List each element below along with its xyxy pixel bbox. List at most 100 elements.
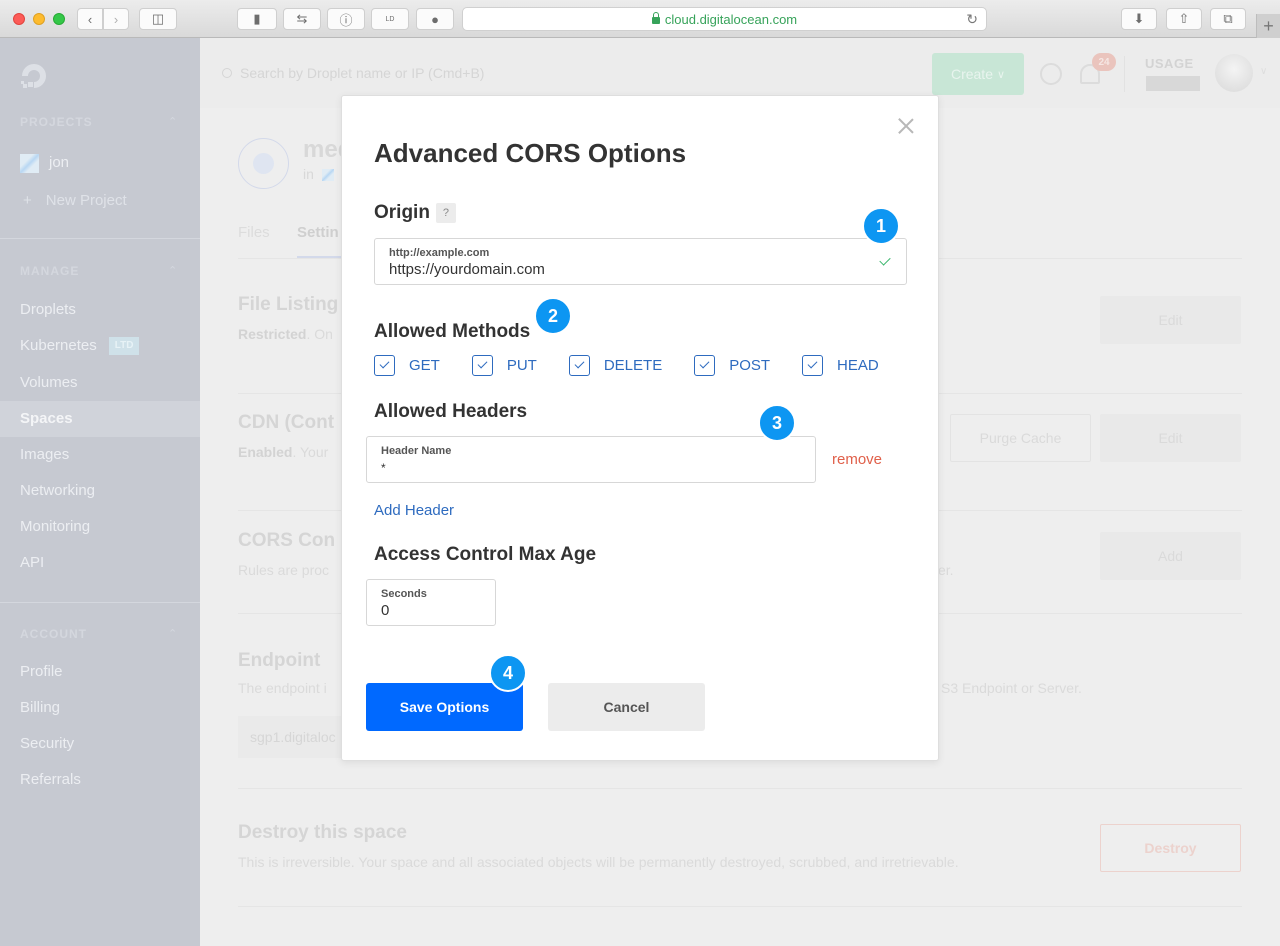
endpoint-desc-end: S3 Endpoint or Server.: [941, 680, 1082, 696]
separator: [1124, 56, 1125, 92]
new-project-link[interactable]: + New Project: [0, 183, 200, 219]
method-put-checkbox[interactable]: PUT: [471, 355, 537, 376]
tab-settings[interactable]: Settin: [297, 224, 339, 241]
kubernetes-label: Kubernetes: [20, 337, 97, 354]
method-label: HEAD: [837, 357, 879, 374]
usage-label[interactable]: USAGE: [1145, 56, 1194, 71]
active-tab-indicator: [297, 256, 347, 258]
remove-header-link[interactable]: remove: [832, 451, 882, 468]
header-name-input[interactable]: Header Name *: [366, 436, 816, 483]
sync-icon[interactable]: ⇆: [283, 8, 321, 30]
ltd-badge: LTD: [108, 337, 140, 356]
origin-heading-text: Origin: [374, 202, 430, 223]
step-marker-1: 1: [862, 207, 900, 245]
sidebar-icon[interactable]: ◫: [139, 8, 177, 30]
download-icon[interactable]: ⬇: [1121, 8, 1157, 30]
close-window-button[interactable]: [13, 13, 25, 25]
method-head-checkbox[interactable]: HEAD: [802, 355, 879, 376]
cors-desc: Rules are proc: [238, 562, 330, 578]
origin-heading: Origin?: [374, 202, 456, 224]
tabs-icon[interactable]: ⧉: [1210, 8, 1246, 30]
sidebar-item-volumes[interactable]: Volumes: [0, 365, 200, 401]
check-icon: [879, 254, 891, 266]
sidebar-item-monitoring[interactable]: Monitoring: [0, 509, 200, 545]
chevron-up-icon[interactable]: ⌃: [168, 627, 177, 640]
max-age-seconds-input[interactable]: Seconds 0: [366, 579, 496, 626]
sidebar-item-kubernetes[interactable]: Kubernetes LTD: [0, 328, 200, 364]
sidebar-item-security[interactable]: Security: [0, 726, 200, 762]
reload-icon[interactable]: ↻: [966, 11, 978, 28]
support-icon[interactable]: [1040, 63, 1062, 85]
allowed-headers-heading: Allowed Headers: [374, 401, 528, 422]
checkbox-checked-icon[interactable]: [471, 355, 493, 376]
url-text: cloud.digitalocean.com: [664, 11, 798, 27]
sidebar-item-billing[interactable]: Billing: [0, 690, 200, 726]
plus-icon: +: [23, 192, 32, 209]
js-icon[interactable]: ●: [416, 8, 454, 30]
sidebar-item-profile[interactable]: Profile: [0, 654, 200, 690]
project-item-jon[interactable]: jon: [0, 145, 200, 181]
method-label: DELETE: [603, 357, 663, 374]
methods-group: GET PUT DELETE POST HEAD: [374, 355, 911, 376]
section-divider: [238, 788, 1242, 789]
sidebar-item-referrals[interactable]: Referrals: [0, 762, 200, 798]
password-icon[interactable]: ⓘ: [327, 8, 365, 30]
tab-files[interactable]: Files: [238, 224, 270, 241]
method-get-checkbox[interactable]: GET: [374, 355, 440, 376]
sidebar-item-images[interactable]: Images: [0, 437, 200, 473]
sidebar-item-spaces[interactable]: Spaces: [0, 401, 200, 437]
add-header-link[interactable]: Add Header: [374, 502, 454, 519]
cancel-button[interactable]: Cancel: [548, 683, 705, 731]
create-button[interactable]: Create ∨: [932, 53, 1024, 95]
endpoint-title: Endpoint: [238, 650, 321, 671]
checkbox-checked-icon[interactable]: [694, 355, 716, 376]
checkbox-checked-icon[interactable]: [802, 355, 824, 376]
extension-icon[interactable]: ▮: [237, 8, 277, 30]
file-listing-edit-button[interactable]: Edit: [1100, 296, 1241, 344]
destroy-button[interactable]: Destroy: [1100, 824, 1241, 872]
purge-cache-button[interactable]: Purge Cache: [950, 414, 1091, 462]
chevron-up-icon[interactable]: ⌃: [168, 264, 177, 277]
checkbox-checked-icon[interactable]: [568, 355, 590, 376]
manage-section-title: MANAGE: [20, 264, 80, 278]
minimize-window-button[interactable]: [33, 13, 45, 25]
new-tab-icon[interactable]: +: [1256, 14, 1280, 38]
origin-value: https://yourdomain.com: [389, 261, 545, 278]
usage-bar: [1146, 76, 1200, 91]
forward-icon[interactable]: ›: [103, 8, 129, 30]
allowed-methods-heading: Allowed Methods: [374, 321, 531, 342]
search-input[interactable]: Search by Droplet name or IP (Cmd+B): [222, 65, 484, 81]
origin-field-label: http://example.com: [389, 247, 490, 259]
step-marker-2: 2: [534, 297, 572, 335]
chevron-down-icon[interactable]: ∨: [1260, 66, 1267, 77]
destroy-title: Destroy this space: [238, 822, 407, 843]
method-delete-checkbox[interactable]: DELETE: [568, 355, 663, 376]
chevron-down-icon: ∨: [996, 68, 1006, 81]
back-icon[interactable]: ‹: [77, 8, 103, 30]
cors-add-button[interactable]: Add: [1100, 532, 1241, 580]
avatar[interactable]: [1215, 54, 1253, 92]
ld-icon[interactable]: LD: [371, 8, 409, 30]
sidebar-item-droplets[interactable]: Droplets: [0, 292, 200, 328]
close-icon[interactable]: [898, 118, 914, 134]
section-divider: [238, 906, 1242, 907]
new-project-label: New Project: [45, 192, 127, 209]
sidebar-item-networking[interactable]: Networking: [0, 473, 200, 509]
cors-options-modal: Advanced CORS Options Origin? http://exa…: [341, 95, 939, 761]
digitalocean-logo-icon[interactable]: [18, 60, 50, 92]
method-post-checkbox[interactable]: POST: [694, 355, 770, 376]
search-icon: [222, 68, 232, 78]
share-icon[interactable]: ⇧: [1166, 8, 1202, 30]
checkbox-checked-icon[interactable]: [374, 355, 395, 376]
chevron-up-icon[interactable]: ⌃: [168, 115, 177, 128]
method-label: PUT: [506, 357, 537, 374]
seconds-value: 0: [381, 602, 390, 619]
create-label: Create: [950, 66, 993, 82]
help-icon[interactable]: ?: [435, 202, 456, 223]
sidebar-item-api[interactable]: API: [0, 545, 200, 581]
cdn-edit-button[interactable]: Edit: [1100, 414, 1241, 462]
zoom-window-button[interactable]: [53, 13, 65, 25]
origin-input[interactable]: http://example.com https://yourdomain.co…: [374, 238, 907, 285]
address-bar[interactable]: cloud.digitalocean.com ↻: [462, 7, 987, 31]
step-marker-4: 4: [489, 654, 527, 692]
